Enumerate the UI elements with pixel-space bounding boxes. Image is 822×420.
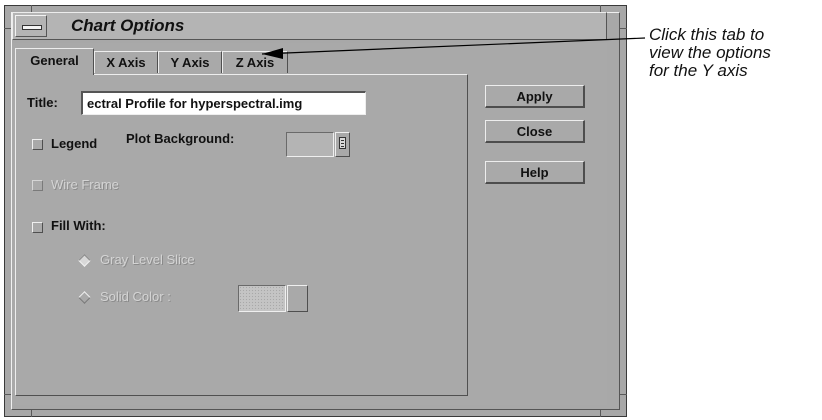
resize-corner-bottom-right[interactable] bbox=[600, 410, 601, 417]
solid-color-button[interactable] bbox=[287, 285, 308, 312]
tab-x-axis[interactable]: X Axis bbox=[94, 51, 158, 73]
title-label: Title: bbox=[27, 95, 58, 110]
plot-background-label: Plot Background: bbox=[126, 131, 235, 146]
resize-corner-right-top[interactable] bbox=[620, 28, 627, 29]
window-menu-icon bbox=[22, 25, 42, 30]
tab-general-label: General bbox=[30, 53, 79, 68]
resize-corner-top-right[interactable] bbox=[600, 5, 601, 12]
tab-y-axis[interactable]: Y Axis bbox=[158, 51, 222, 73]
legend-checkbox[interactable] bbox=[32, 139, 43, 150]
plot-background-color-button[interactable] bbox=[335, 132, 350, 157]
window-menu-button[interactable] bbox=[15, 15, 47, 37]
resize-corner-left-top[interactable] bbox=[4, 28, 11, 29]
resize-corner-left-bottom[interactable] bbox=[4, 394, 11, 395]
color-menu-icon bbox=[339, 137, 346, 149]
tab-z-axis[interactable]: Z Axis bbox=[222, 51, 288, 73]
fill-with-label: Fill With: bbox=[51, 218, 106, 233]
apply-button[interactable]: Apply bbox=[485, 85, 585, 108]
resize-corner-bottom-left[interactable] bbox=[31, 410, 32, 417]
annotation-line-2: view the options bbox=[649, 43, 771, 62]
title-bar[interactable]: Chart Options bbox=[12, 12, 607, 40]
window-title: Chart Options bbox=[71, 16, 185, 35]
annotation-line-1: Click this tab to bbox=[649, 25, 765, 44]
general-tab-panel bbox=[15, 74, 468, 396]
tab-y-axis-label: Y Axis bbox=[170, 55, 210, 70]
resize-corner-top-left[interactable] bbox=[31, 5, 32, 12]
wire-frame-checkbox[interactable] bbox=[32, 180, 43, 191]
tab-z-axis-label: Z Axis bbox=[235, 55, 275, 70]
fill-with-checkbox[interactable] bbox=[32, 222, 43, 233]
plot-background-color-swatch[interactable] bbox=[286, 132, 334, 157]
help-button[interactable]: Help bbox=[485, 161, 585, 184]
title-input[interactable]: ectral Profile for hyperspectral.img bbox=[81, 91, 366, 115]
tab-x-axis-label: X Axis bbox=[106, 55, 146, 70]
gray-level-slice-label: Gray Level Slice bbox=[100, 252, 195, 267]
tab-general[interactable]: General bbox=[15, 48, 94, 75]
annotation-line-3: for the Y axis bbox=[649, 61, 748, 80]
wire-frame-label: Wire Frame bbox=[51, 177, 119, 192]
solid-color-swatch[interactable] bbox=[238, 285, 286, 312]
legend-label: Legend bbox=[51, 136, 98, 151]
annotation-text: Click this tab to view the options for t… bbox=[649, 26, 771, 80]
close-button[interactable]: Close bbox=[485, 120, 585, 143]
solid-color-label: Solid Color : bbox=[100, 289, 171, 304]
resize-corner-right-bottom[interactable] bbox=[620, 394, 627, 395]
